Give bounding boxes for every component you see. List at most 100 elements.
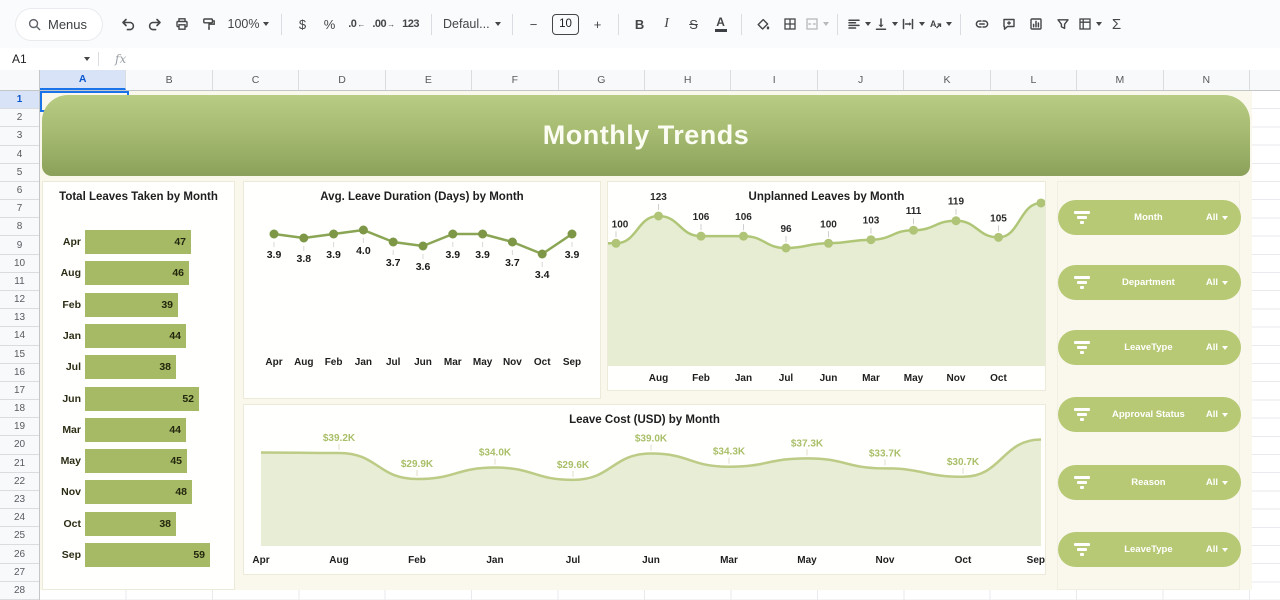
fill-color-button[interactable]: [749, 10, 776, 38]
row-header-26[interactable]: 26: [0, 546, 39, 564]
text-wrap-button[interactable]: [899, 10, 926, 38]
filter-label: LeaveType: [1091, 544, 1206, 555]
row-header-22[interactable]: 22: [0, 473, 39, 491]
column-header-C[interactable]: C: [213, 70, 299, 90]
row-header-12[interactable]: 12: [0, 291, 39, 309]
filter-pill-month-0[interactable]: MonthAll: [1058, 200, 1241, 235]
chevron-down-icon: [919, 22, 925, 26]
format-percent-button[interactable]: %: [316, 10, 343, 38]
redo-button[interactable]: [141, 10, 168, 38]
row-header-6[interactable]: 6: [0, 182, 39, 200]
create-filter-button[interactable]: [1049, 10, 1076, 38]
italic-button[interactable]: I: [653, 10, 680, 38]
row-header-27[interactable]: 27: [0, 564, 39, 582]
format-currency-button[interactable]: $: [289, 10, 316, 38]
increase-decimal-button[interactable]: .00→: [370, 10, 397, 38]
functions-button[interactable]: Σ: [1103, 10, 1130, 38]
column-header-B[interactable]: B: [126, 70, 212, 90]
insert-chart-button[interactable]: [1022, 10, 1049, 38]
column-header-H[interactable]: H: [645, 70, 731, 90]
column-header-F[interactable]: F: [472, 70, 558, 90]
row-header-3[interactable]: 3: [0, 127, 39, 145]
cell-name-box[interactable]: A1: [0, 52, 96, 66]
vertical-align-button[interactable]: [872, 10, 899, 38]
svg-text:111: 111: [906, 206, 922, 217]
row-header-11[interactable]: 11: [0, 273, 39, 291]
chart-leave-cost[interactable]: Apr$39.2KAug$29.9KFeb$34.0KJan$29.6KJul$…: [243, 404, 1046, 575]
svg-text:Sep: Sep: [1027, 555, 1045, 566]
column-header-G[interactable]: G: [559, 70, 645, 90]
filter-value: All: [1206, 544, 1228, 555]
column-header-I[interactable]: I: [731, 70, 817, 90]
row-header-7[interactable]: 7: [0, 200, 39, 218]
chart-total-leaves[interactable]: Total Leaves Taken by Month Apr47Aug46Fe…: [42, 181, 235, 590]
filter-pill-department-1[interactable]: DepartmentAll: [1058, 265, 1241, 300]
text-color-button[interactable]: A: [707, 10, 734, 38]
font-family-selector[interactable]: Defaul...: [439, 10, 505, 38]
bar-value-label: 38: [159, 518, 176, 530]
svg-text:Oct: Oct: [534, 357, 551, 368]
row-header-10[interactable]: 10: [0, 255, 39, 273]
row-header-24[interactable]: 24: [0, 509, 39, 527]
bar-value-label: 52: [182, 393, 199, 405]
row-header-16[interactable]: 16: [0, 364, 39, 382]
row-header-5[interactable]: 5: [0, 164, 39, 182]
filter-pill-reason-4[interactable]: ReasonAll: [1058, 465, 1241, 500]
column-header-A[interactable]: A: [40, 70, 126, 90]
insert-comment-button[interactable]: [995, 10, 1022, 38]
redo-icon: [147, 16, 163, 32]
increase-font-size-button[interactable]: +: [584, 10, 611, 38]
bold-button[interactable]: B: [626, 10, 653, 38]
column-header-N[interactable]: N: [1164, 70, 1250, 90]
column-header-L[interactable]: L: [991, 70, 1077, 90]
row-header-19[interactable]: 19: [0, 418, 39, 436]
column-header-K[interactable]: K: [904, 70, 990, 90]
row-header-28[interactable]: 28: [0, 582, 39, 600]
bar: 44: [85, 418, 186, 442]
row-header-8[interactable]: 8: [0, 218, 39, 236]
chart-avg-leave-duration[interactable]: Avg. Leave Duration (Days) by Month 3.9A…: [243, 181, 601, 399]
row-header-21[interactable]: 21: [0, 455, 39, 473]
row-header-9[interactable]: 9: [0, 236, 39, 254]
column-header-M[interactable]: M: [1077, 70, 1163, 90]
merge-cells-button[interactable]: [803, 10, 830, 38]
row-header-14[interactable]: 14: [0, 327, 39, 345]
row-header-13[interactable]: 13: [0, 309, 39, 327]
undo-button[interactable]: [114, 10, 141, 38]
row-header-25[interactable]: 25: [0, 527, 39, 545]
column-header-D[interactable]: D: [299, 70, 385, 90]
insert-link-button[interactable]: [968, 10, 995, 38]
zoom-control[interactable]: 100%: [222, 10, 274, 38]
font-size-input[interactable]: 10: [552, 14, 579, 35]
paint-roller-icon: [201, 16, 217, 32]
decrease-font-size-button[interactable]: −: [520, 10, 547, 38]
row-header-20[interactable]: 20: [0, 436, 39, 454]
decrease-decimal-button[interactable]: .0←: [343, 10, 370, 38]
more-formats-button[interactable]: 123: [397, 10, 424, 38]
pivot-table-button[interactable]: [1076, 10, 1103, 38]
chart-unplanned-leaves[interactable]: 100123Aug106Feb106Jan96Jul100Jun103Mar11…: [607, 181, 1046, 391]
filter-pill-approval-status-3[interactable]: Approval StatusAll: [1058, 397, 1241, 432]
filter-pill-leavetype-5[interactable]: LeaveTypeAll: [1058, 532, 1241, 567]
filter-pill-leavetype-2[interactable]: LeaveTypeAll: [1058, 330, 1241, 365]
sheet-grid[interactable]: Monthly Trends Total Leaves Taken by Mon…: [40, 91, 1280, 600]
row-header-15[interactable]: 15: [0, 346, 39, 364]
row-header-2[interactable]: 2: [0, 109, 39, 127]
menus-button[interactable]: Menus: [16, 9, 102, 40]
horizontal-align-button[interactable]: [845, 10, 872, 38]
row-header-18[interactable]: 18: [0, 400, 39, 418]
column-header-J[interactable]: J: [818, 70, 904, 90]
grid-corner[interactable]: [0, 70, 40, 91]
row-header-23[interactable]: 23: [0, 491, 39, 509]
arrow-left-icon: ←: [357, 20, 365, 29]
strikethrough-button[interactable]: S: [680, 10, 707, 38]
column-header-E[interactable]: E: [386, 70, 472, 90]
row-header-1[interactable]: 1: [0, 91, 39, 109]
bar: 52: [85, 387, 199, 411]
borders-button[interactable]: [776, 10, 803, 38]
row-header-4[interactable]: 4: [0, 146, 39, 164]
paint-format-button[interactable]: [195, 10, 222, 38]
print-button[interactable]: [168, 10, 195, 38]
row-header-17[interactable]: 17: [0, 382, 39, 400]
text-rotation-button[interactable]: A: [926, 10, 953, 38]
